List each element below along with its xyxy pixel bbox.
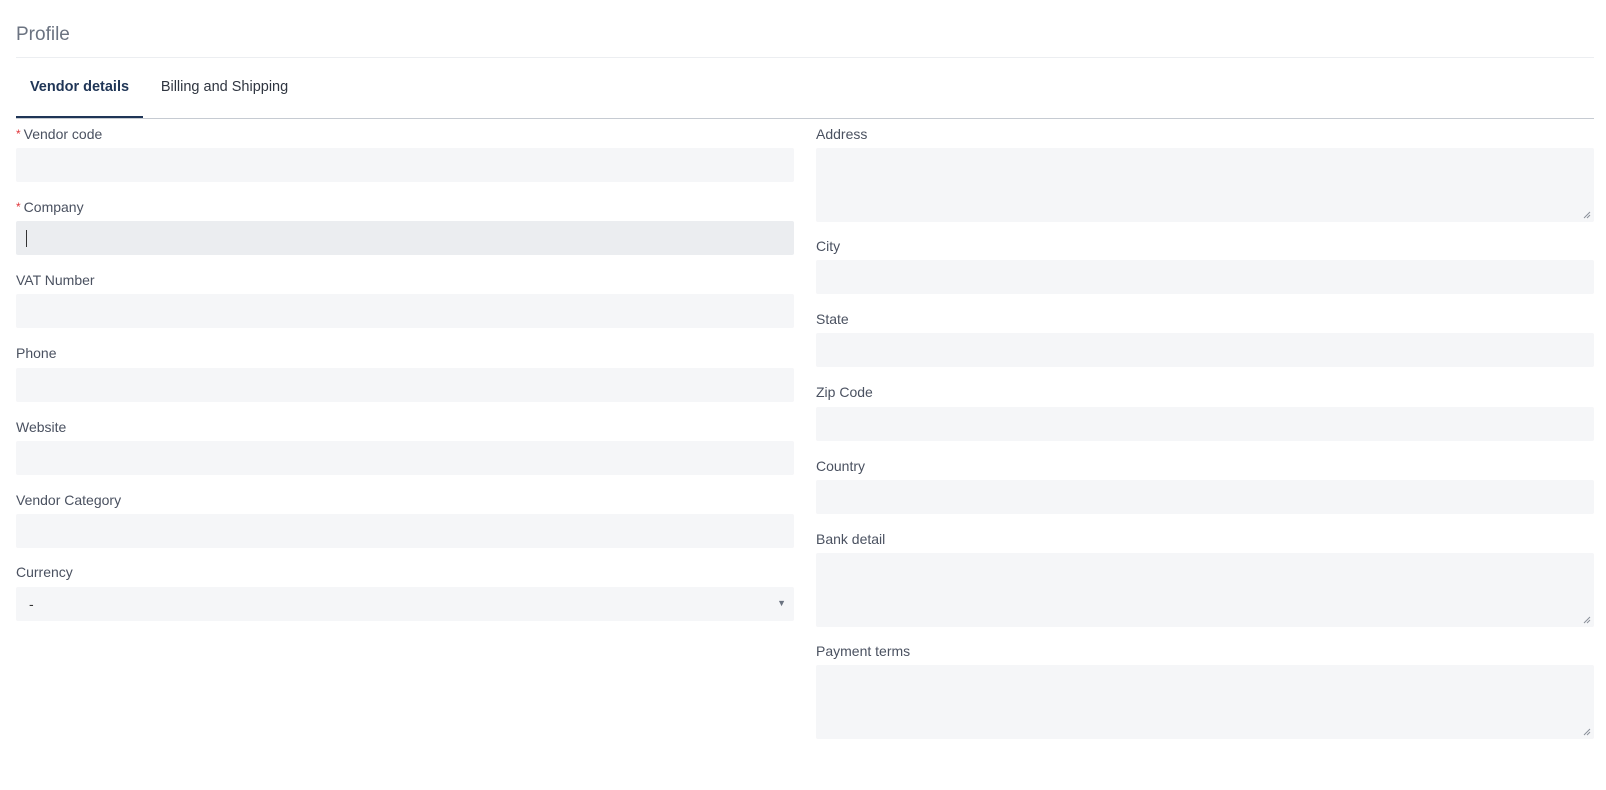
tab-bar-divider [16, 118, 1594, 119]
state-label: State [816, 311, 849, 327]
currency-selected-value: - [29, 596, 34, 612]
zip-code-label: Zip Code [816, 384, 873, 400]
state-input[interactable] [816, 333, 1594, 367]
vendor-category-input[interactable] [16, 514, 794, 548]
phone-label: Phone [16, 345, 57, 361]
required-marker: * [16, 200, 21, 214]
phone-input[interactable] [16, 368, 794, 402]
page-title: Profile [16, 24, 70, 45]
tab-billing-and-shipping[interactable]: Billing and Shipping [143, 58, 306, 116]
vendor-code-input[interactable] [16, 148, 794, 182]
tab-vendor-details[interactable]: Vendor details [16, 58, 143, 118]
website-label: Website [16, 419, 67, 435]
vat-number-label: VAT Number [16, 272, 95, 288]
bank-detail-textarea[interactable] [816, 553, 1594, 627]
country-input[interactable] [816, 480, 1594, 514]
payment-terms-textarea[interactable] [816, 665, 1594, 739]
text-caret [26, 230, 27, 247]
address-textarea[interactable] [816, 148, 1594, 222]
bank-detail-label: Bank detail [816, 531, 886, 547]
payment-terms-label: Payment terms [816, 643, 911, 659]
vendor-code-label: * Vendor code [16, 126, 103, 142]
resize-handle-icon[interactable] [1583, 728, 1591, 736]
chevron-down-icon: ▼ [777, 598, 786, 608]
vendor-category-label: Vendor Category [16, 492, 122, 508]
zip-code-input[interactable] [816, 407, 1594, 441]
required-marker: * [16, 127, 21, 141]
city-input[interactable] [816, 260, 1594, 294]
resize-handle-icon[interactable] [1583, 616, 1591, 624]
currency-select[interactable]: - ▼ [16, 587, 794, 621]
tab-bar: Vendor details Billing and Shipping [16, 58, 1594, 118]
address-label: Address [816, 126, 868, 142]
vat-number-input[interactable] [16, 294, 794, 328]
resize-handle-icon[interactable] [1583, 211, 1591, 219]
currency-label: Currency [16, 564, 73, 580]
country-label: Country [816, 458, 866, 474]
profile-page: Profile Vendor details Billing and Shipp… [0, 0, 1606, 790]
city-label: City [816, 238, 841, 254]
company-label: * Company [16, 199, 84, 215]
website-input[interactable] [16, 441, 794, 475]
company-input[interactable] [16, 221, 794, 255]
